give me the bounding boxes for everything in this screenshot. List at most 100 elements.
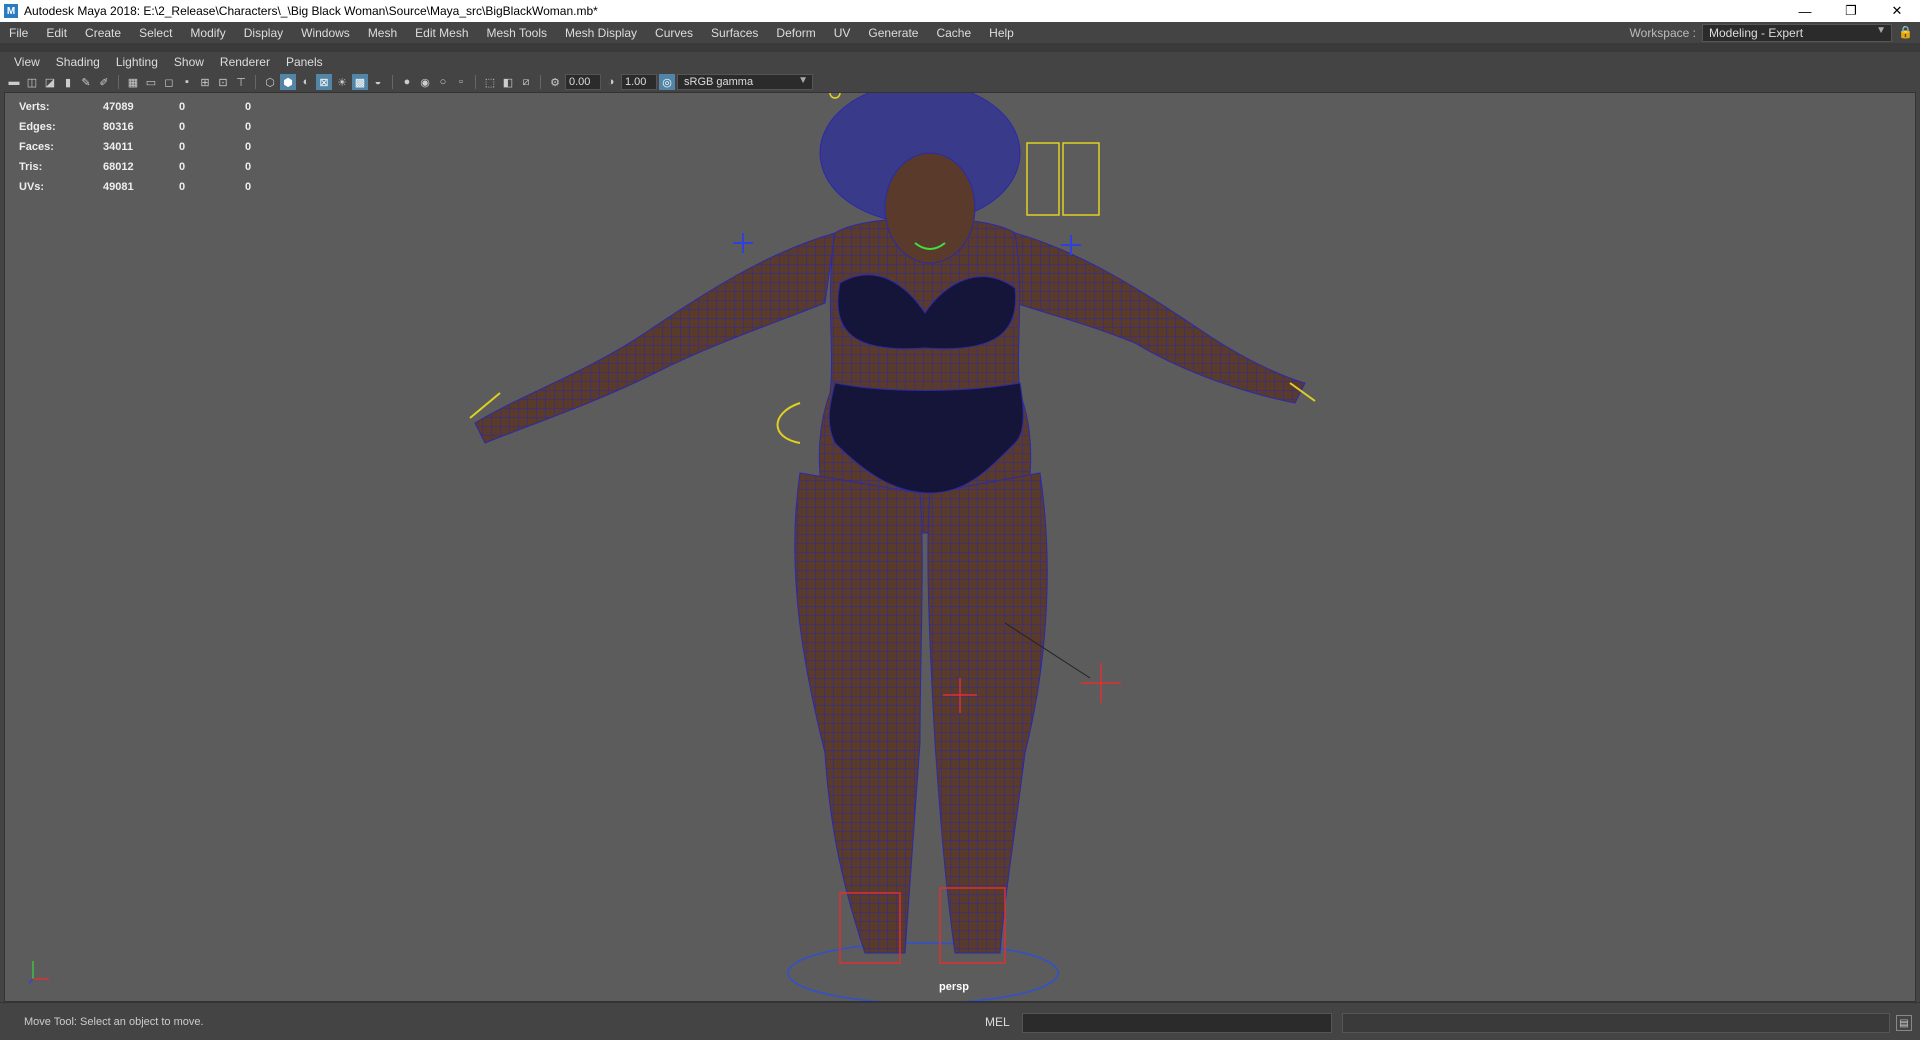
panel-menu-shading[interactable]: Shading [48,55,108,69]
hud-row-faces: Faces: 34011 0 0 [19,141,252,153]
menu-generate[interactable]: Generate [859,26,927,40]
panel-menubar: View Shading Lighting Show Renderer Pane… [6,52,331,72]
command-line-input[interactable] [1022,1013,1332,1033]
gate-mask-icon[interactable]: ▪ [179,74,195,90]
safe-action-icon[interactable]: ⊡ [215,74,231,90]
panel-menu-view[interactable]: View [6,55,48,69]
menu-cache[interactable]: Cache [927,26,980,40]
menu-create[interactable]: Create [76,26,130,40]
smooth-shade-icon[interactable]: ⬢ [280,74,296,90]
menu-curves[interactable]: Curves [646,26,702,40]
textured-icon[interactable]: ☀ [334,74,350,90]
xray-icon[interactable]: ◧ [500,74,516,90]
menu-edit-mesh[interactable]: Edit Mesh [406,26,477,40]
camera-name-label: persp [939,981,969,993]
workspace-value: Modeling - Expert [1709,26,1804,40]
chevron-down-icon: ▼ [1876,25,1886,36]
wireframe-on-shaded-icon[interactable]: ⊠ [316,74,332,90]
xray-joints-icon[interactable]: ⧄ [518,74,534,90]
default-lighting-icon[interactable]: ◐ [298,74,314,90]
color-management-icon[interactable]: ◎ [659,74,675,90]
gamma-field[interactable]: 1.00 [621,74,657,90]
panel-toolbar: ▬ ◫ ◪ ▮ ✎ ✐ ▦ ▭ ◻ ▪ ⊞ ⊡ ⊤ ⬡ ⬢ ◐ ⊠ ☀ ▩ ◒ … [6,72,1916,92]
left-shoulder-control[interactable] [733,233,753,253]
minimize-button[interactable]: — [1782,0,1828,22]
colorspace-value: sRGB gamma [684,76,754,88]
close-button[interactable]: ✕ [1874,0,1920,22]
workspace-selector: Workspace : Modeling - Expert ▼ 🔒 [1630,24,1913,42]
panel-menu-panels[interactable]: Panels [278,55,331,69]
toolbar-divider [255,75,256,89]
script-editor-icon[interactable]: ▤ [1896,1015,1912,1031]
view-axis-icon [28,961,49,984]
menu-display[interactable]: Display [235,26,292,40]
face-control-panel-2[interactable] [1062,142,1100,216]
film-gate-icon[interactable]: ▭ [143,74,159,90]
2d-pan-zoom-icon[interactable]: ✎ [78,74,94,90]
help-line: Move Tool: Select an object to move. MEL… [0,1002,1920,1040]
face-control-panel[interactable] [1026,142,1060,216]
menu-file[interactable]: File [0,26,37,40]
grease-pencil-icon[interactable]: ✐ [96,74,112,90]
anti-aliasing-icon[interactable]: ○ [435,74,451,90]
title-bar: M Autodesk Maya 2018: E:\2_Release\Chara… [0,0,1920,22]
camera-icon[interactable]: ▬ [6,74,22,90]
field-chart-icon[interactable]: ⊞ [197,74,213,90]
toolbar-divider [475,75,476,89]
character-model[interactable] [5,93,1916,1002]
colorspace-dropdown[interactable]: sRGB gamma ▼ [677,74,813,90]
image-plane-icon[interactable]: ▮ [60,74,76,90]
help-line-text: Move Tool: Select an object to move. [24,1015,204,1028]
hud-row-uvs: UVs: 49081 0 0 [19,181,252,193]
hip-control[interactable] [776,402,801,444]
exposure-icon[interactable]: ⚙ [547,74,563,90]
lock-icon[interactable]: 🔒 [1898,25,1913,41]
panel-menu-renderer[interactable]: Renderer [212,55,278,69]
menu-windows[interactable]: Windows [292,26,359,40]
panel-menu-show[interactable]: Show [166,55,212,69]
perspective-viewport[interactable]: Verts: 47089 0 0 Edges: 80316 0 0 Faces:… [4,92,1916,1002]
safe-title-icon[interactable]: ⊤ [233,74,249,90]
restore-button[interactable]: ❐ [1828,0,1874,22]
isolate-select-icon[interactable]: ⬚ [482,74,498,90]
hud-row-verts: Verts: 47089 0 0 [19,101,252,113]
resolution-gate-icon[interactable]: ◻ [161,74,177,90]
bookmark-icon[interactable]: ◪ [42,74,58,90]
depth-of-field-icon[interactable]: ▫ [453,74,469,90]
ground-control-circle[interactable] [787,942,1059,1002]
wireframe-icon[interactable]: ⬡ [262,74,278,90]
window-title: Autodesk Maya 2018: E:\2_Release\Charact… [24,4,598,18]
exposure-field[interactable]: 0.00 [565,74,601,90]
head[interactable] [884,152,976,264]
menu-mesh[interactable]: Mesh [359,26,406,40]
menu-uv[interactable]: UV [825,26,860,40]
toolbar-divider [392,75,393,89]
menu-select[interactable]: Select [130,26,181,40]
command-result-field [1342,1013,1890,1033]
mel-label[interactable]: MEL [985,1015,1010,1029]
screen-space-ao-icon[interactable]: ● [399,74,415,90]
menu-help[interactable]: Help [980,26,1023,40]
shadows-icon[interactable]: ◒ [370,74,386,90]
chevron-down-icon: ▼ [798,75,808,86]
right-knee-target[interactable] [1081,663,1121,703]
menu-mesh-tools[interactable]: Mesh Tools [478,26,556,40]
gamma-icon[interactable]: ◑ [603,74,619,90]
toolbar-divider [118,75,119,89]
panel-menu-lighting[interactable]: Lighting [108,55,166,69]
poly-count-hud: Verts: 47089 0 0 Edges: 80316 0 0 Faces:… [19,97,311,197]
workspace-dropdown[interactable]: Modeling - Expert ▼ [1702,24,1892,42]
maya-app-icon: M [4,4,18,18]
toolbar-divider [540,75,541,89]
menu-modify[interactable]: Modify [181,26,234,40]
motion-blur-icon[interactable]: ◉ [417,74,433,90]
menu-surfaces[interactable]: Surfaces [702,26,767,40]
menu-deform[interactable]: Deform [767,26,824,40]
shelf-separator [0,44,1920,52]
menu-mesh-display[interactable]: Mesh Display [556,26,646,40]
menu-edit[interactable]: Edit [37,26,76,40]
head-top-control[interactable] [829,93,841,99]
use-all-lights-icon[interactable]: ▩ [352,74,368,90]
grid-icon[interactable]: ▦ [125,74,141,90]
camera-attributes-icon[interactable]: ◫ [24,74,40,90]
